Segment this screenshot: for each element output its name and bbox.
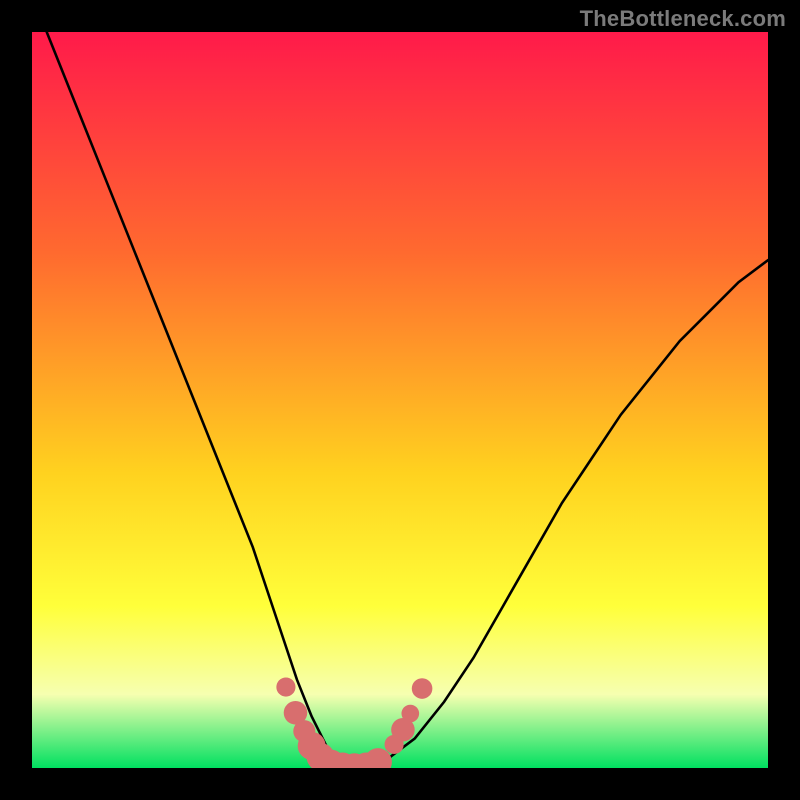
watermark-text: TheBottleneck.com xyxy=(580,6,786,32)
bottleneck-chart xyxy=(32,32,768,768)
curve-marker xyxy=(401,705,419,723)
curve-marker xyxy=(412,678,433,699)
plot-area xyxy=(32,32,768,768)
outer-frame: TheBottleneck.com xyxy=(0,0,800,800)
curve-marker xyxy=(276,677,295,696)
gradient-background xyxy=(32,32,768,768)
